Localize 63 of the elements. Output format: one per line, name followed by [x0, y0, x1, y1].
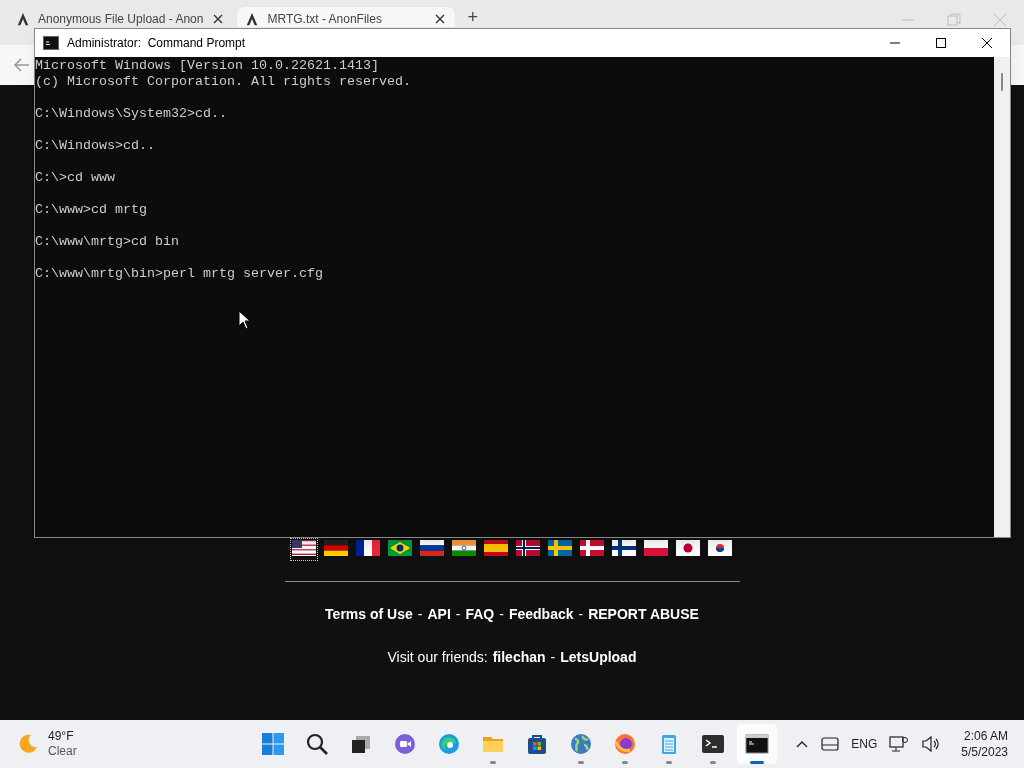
friends-label: Visit our friends:: [387, 648, 488, 667]
globe-icon[interactable]: [569, 732, 593, 756]
friend-link[interactable]: filechan: [492, 647, 546, 668]
console-line: C:\>cd www: [35, 170, 115, 186]
console-line: C:\www\mrtg>cd bin: [35, 234, 179, 250]
console-line: C:\Windows>cd..: [35, 138, 155, 154]
shopping-bag-icon[interactable]: [525, 732, 549, 756]
footer-link[interactable]: FAQ: [465, 604, 495, 625]
taskbar-app[interactable]: [737, 724, 777, 764]
terminal-icon[interactable]: [701, 732, 725, 756]
friend-link[interactable]: LetsUpload: [560, 647, 637, 668]
browser-tab[interactable]: Anonymous File Upload - Anon: [8, 7, 234, 27]
flag-icon[interactable]: [356, 540, 380, 556]
separator: -: [417, 605, 423, 624]
console-line: Microsoft Windows [Version 10.0.22621.1413]: [35, 58, 379, 74]
volume-icon[interactable]: [921, 735, 942, 753]
window-title: Administrator: Command Prompt: [67, 35, 246, 52]
flag-link[interactable]: [290, 538, 318, 561]
separator: -: [455, 605, 461, 624]
footer-link[interactable]: API: [427, 604, 451, 625]
command-prompt-icon: [43, 36, 59, 50]
footer-link[interactable]: REPORT ABUSE: [588, 604, 699, 625]
mouse-pointer-icon: [238, 310, 252, 330]
windows-logo-icon[interactable]: [261, 732, 285, 756]
close-icon: [981, 37, 993, 49]
tab-title: Anonymous File Upload - Anon: [38, 11, 204, 26]
console-line: C:\www\mrtg\bin>perl mrtg server.cfg: [35, 266, 323, 282]
flag-icon[interactable]: [388, 540, 412, 556]
tab-title: MRTG.txt - AnonFiles: [267, 11, 383, 26]
flag-icon[interactable]: [612, 540, 636, 556]
weather-condition: Clear: [48, 744, 77, 759]
language-indicator[interactable]: ENG: [851, 735, 878, 753]
flag-icon[interactable]: [676, 540, 700, 556]
keyboard-icon[interactable]: [821, 736, 840, 752]
flag-icon[interactable]: [516, 540, 540, 556]
console-line: C:\www>cd mrtg: [35, 202, 147, 218]
tower-icon: [16, 11, 30, 26]
flag-icon[interactable]: [420, 540, 444, 556]
console-line: (c) Microsoft Corporation. All rights reserved.: [35, 74, 411, 90]
flag-icon[interactable]: [324, 540, 348, 556]
search-icon[interactable]: [305, 732, 329, 756]
new-tab-button[interactable]: +: [459, 7, 486, 27]
footer-link[interactable]: Terms of Use: [325, 604, 413, 625]
command-prompt-icon[interactable]: [745, 732, 769, 756]
weather-temperature: 49°F: [48, 729, 75, 744]
separator: -: [550, 648, 556, 667]
separator: -: [499, 605, 504, 624]
clock-time: 2:06 AM: [963, 728, 1008, 744]
browser-swirl-icon[interactable]: [437, 732, 461, 756]
browser-tab[interactable]: MRTG.txt - AnonFiles: [237, 7, 456, 27]
maximize-icon: [935, 37, 947, 49]
network-icon[interactable]: [889, 735, 910, 753]
separator: -: [578, 605, 584, 624]
flag-icon[interactable]: [580, 540, 604, 556]
tower-icon: [245, 11, 260, 26]
flag-icon[interactable]: [292, 540, 316, 556]
console-line: C:\Windows\System32>cd..: [35, 106, 227, 122]
video-chat-icon[interactable]: [393, 732, 417, 756]
scrollbar[interactable]: [994, 57, 1010, 537]
flag-icon[interactable]: [708, 540, 732, 556]
fox-globe-icon[interactable]: [613, 732, 637, 756]
clock-date: 5/5/2023: [961, 744, 1008, 760]
footer-link[interactable]: Feedback: [508, 604, 574, 625]
